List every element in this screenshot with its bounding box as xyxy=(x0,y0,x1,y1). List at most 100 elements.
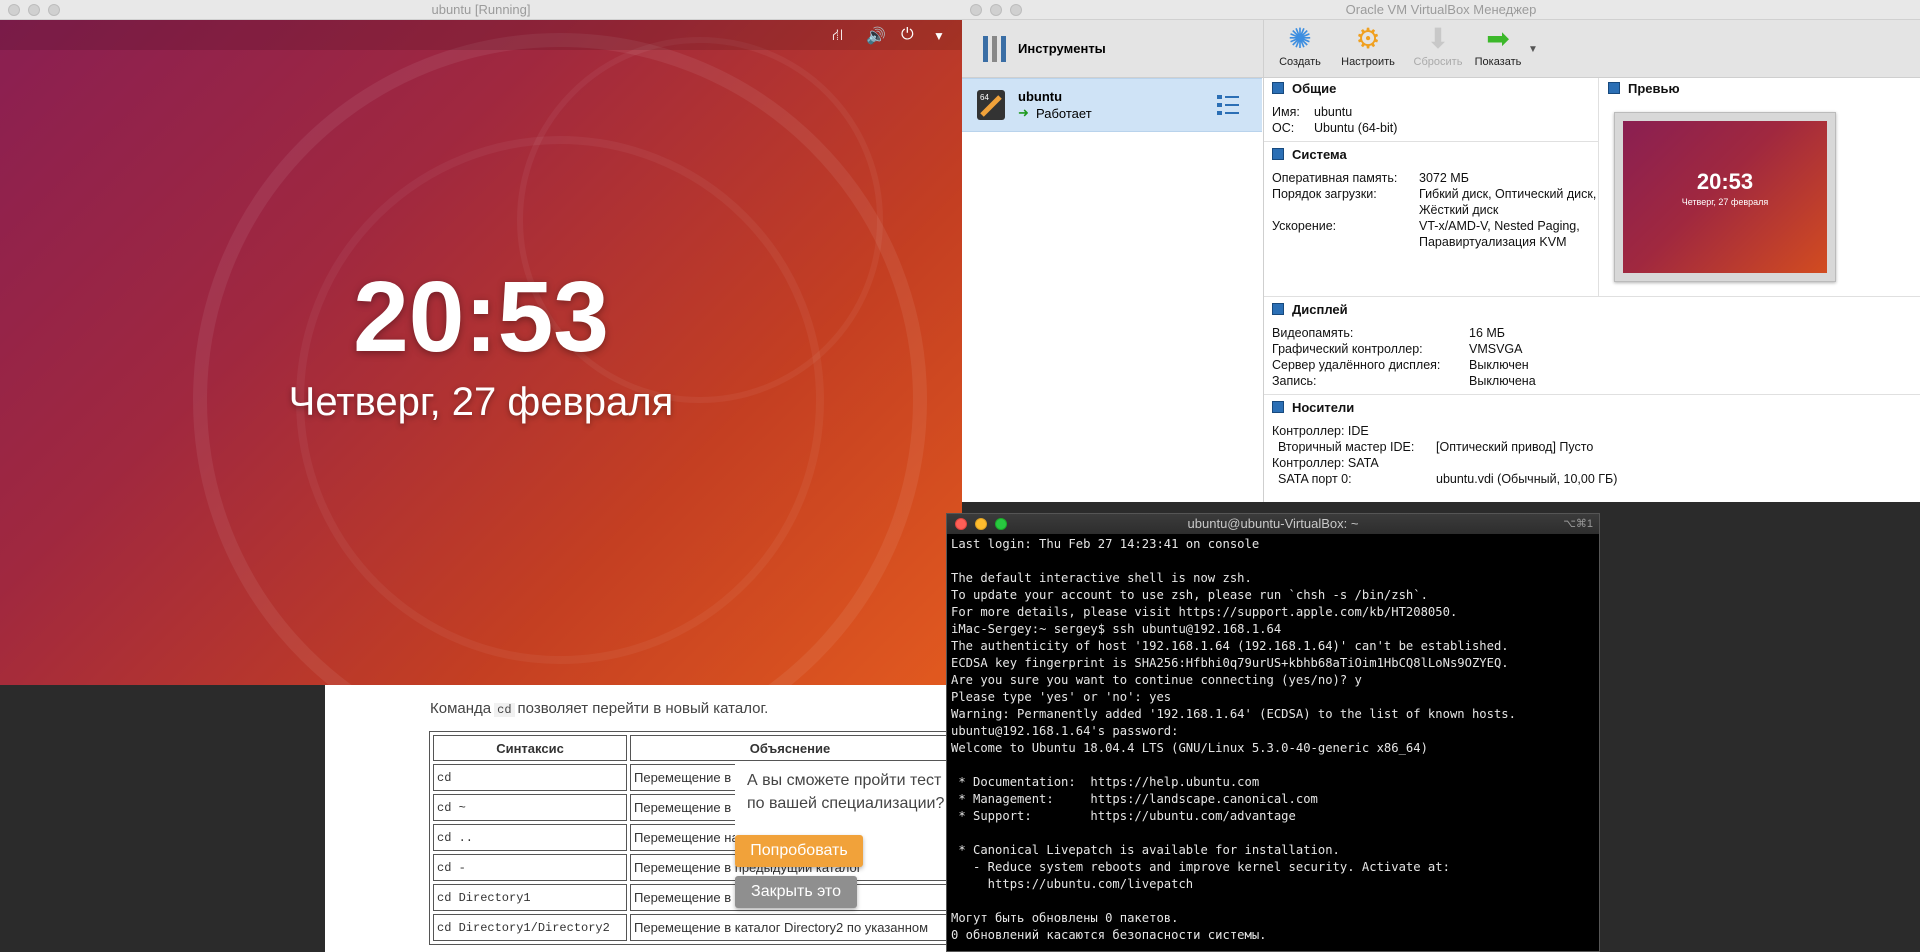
minimize-window-icon[interactable] xyxy=(990,4,1002,16)
vm-window-title: ubuntu [Running] xyxy=(431,2,531,17)
system-accel-value: VT-x/AMD-V, Nested Paging, xyxy=(1419,219,1580,233)
network-icon[interactable]: ⛙ xyxy=(832,26,843,46)
system-section-header[interactable]: Система xyxy=(1272,147,1347,162)
terminal-line: - Reduce system reboots and improve kern… xyxy=(951,860,1450,874)
terminal-line: The default interactive shell is now zsh… xyxy=(951,571,1252,585)
minimize-window-icon[interactable] xyxy=(28,4,40,16)
terminal-window[interactable]: ubuntu@ubuntu-VirtualBox: ~ ⌥⌘1 Last log… xyxy=(946,513,1600,952)
show-button[interactable]: ➡ Показать xyxy=(1466,20,1530,78)
storage-sata-port-value: ubuntu.vdi (Обычный, 10,00 ГБ) xyxy=(1436,472,1618,486)
zoom-window-icon[interactable] xyxy=(48,4,60,16)
terminal-line: Please type 'yes' or 'no': yes xyxy=(951,690,1172,704)
terminal-title: ubuntu@ubuntu-VirtualBox: ~ xyxy=(1187,516,1359,531)
ubuntu-lock-screen[interactable]: ⛙ 🔊 ⏻ ▼ 20:53 Четверг, 27 февраля xyxy=(0,20,962,685)
lock-screen-date: Четверг, 27 февраля xyxy=(288,380,674,424)
terminal-line: Warning: Permanently added '192.168.1.64… xyxy=(951,707,1516,721)
cd-intro-text: Команда cd позволяет перейти в новый катал… xyxy=(430,700,768,717)
settings-label: Настроить xyxy=(1341,56,1395,68)
vbox-title: Oracle VM VirtualBox Менеджер xyxy=(1345,2,1537,17)
preview-section-header[interactable]: Превью xyxy=(1608,81,1680,96)
close-window-icon[interactable] xyxy=(970,4,982,16)
table-row: cd Directory1/Directory2 Перемещение в ка… xyxy=(433,914,950,941)
cd-intro-prefix: Команда xyxy=(430,700,492,717)
vm-window: ubuntu [Running] ⛙ 🔊 ⏻ ▼ 20:53 Четверг, … xyxy=(0,0,962,685)
preview-frame: 20:53 Четверг, 27 февраля xyxy=(1614,112,1836,282)
running-arrow-icon: ➜ xyxy=(1018,105,1029,120)
tools-item[interactable]: Инструменты xyxy=(962,20,1263,78)
divider xyxy=(1264,296,1920,297)
table-header-syntax: Синтаксис xyxy=(433,735,627,761)
show-label: Показать xyxy=(1474,56,1522,68)
terminal-line: Welcome to Ubuntu 18.04.4 LTS (GNU/Linux… xyxy=(951,741,1428,755)
terminal-line: Могут быть обновлены 0 пакетов. xyxy=(951,911,1179,925)
display-section-header[interactable]: Дисплей xyxy=(1272,302,1348,317)
close-window-icon[interactable] xyxy=(955,518,967,530)
general-section-header[interactable]: Общие xyxy=(1272,81,1336,96)
create-button[interactable]: ✺ Создать xyxy=(1268,20,1332,78)
terminal-line: iMac-Sergey:~ sergey$ ssh ubuntu@192.168… xyxy=(951,622,1282,636)
discard-label: Сбросить xyxy=(1413,56,1463,68)
preview-date: Четверг, 27 февраля xyxy=(1681,197,1769,207)
display-rdp-label: Сервер удалённого дисплея: xyxy=(1272,358,1441,372)
system-boot-value: Гибкий диск, Оптический диск, xyxy=(1419,187,1597,201)
close-popup-button[interactable]: Закрыть это xyxy=(735,876,857,908)
preview-clock: 20:53 xyxy=(1696,169,1754,194)
table-cell-cmd: cd ~ xyxy=(433,794,627,821)
general-header-label: Общие xyxy=(1292,81,1337,96)
minimize-window-icon[interactable] xyxy=(975,518,987,530)
volume-icon[interactable]: 🔊 xyxy=(866,26,886,46)
system-accel-value-cont: Паравиртуализация KVM xyxy=(1419,235,1567,249)
show-dropdown-icon[interactable]: ▼ xyxy=(1528,44,1538,55)
divider xyxy=(1264,394,1920,395)
general-os-value: Ubuntu (64-bit) xyxy=(1314,121,1398,135)
vm-state: Работает xyxy=(1036,106,1092,121)
system-boot-value-cont: Жёсткий диск xyxy=(1419,203,1499,217)
system-section-icon xyxy=(1272,148,1284,160)
background-web-page: Команда cd позволяет перейти в новый катал… xyxy=(325,683,997,952)
cd-inline-code: cd xyxy=(494,703,515,717)
table-header-explanation: Объяснение xyxy=(630,735,950,761)
zoom-window-icon[interactable] xyxy=(1010,4,1022,16)
storage-section-header[interactable]: Носители xyxy=(1272,400,1354,415)
system-ram-label: Оперативная память: xyxy=(1272,171,1398,185)
show-arrow-icon: ➡ xyxy=(1486,23,1510,54)
storage-sata-label: Контроллер: SATA xyxy=(1272,456,1379,470)
power-icon[interactable]: ⏻ xyxy=(901,26,914,44)
terminal-output[interactable]: Last login: Thu Feb 27 14:23:41 on conso… xyxy=(947,534,1599,946)
system-header-label: Система xyxy=(1292,147,1347,162)
preview-section-icon xyxy=(1608,82,1620,94)
zoom-window-icon[interactable] xyxy=(995,518,1007,530)
display-gc-value: VMSVGA xyxy=(1469,342,1523,356)
chevron-down-icon[interactable]: ▼ xyxy=(933,29,945,43)
display-gc-label: Графический контроллер: xyxy=(1272,342,1423,356)
close-window-icon[interactable] xyxy=(8,4,20,16)
lock-screen-clock: 20:53 xyxy=(353,261,609,373)
terminal-shortcut: ⌥⌘1 xyxy=(1563,518,1593,530)
discard-button[interactable]: ⬇ Сбросить xyxy=(1406,20,1470,78)
machine-menu-icon[interactable] xyxy=(1216,93,1240,117)
vm-list-item-ubuntu[interactable]: 64 ubuntu ➜ Работает xyxy=(962,78,1262,132)
display-vram-value: 16 МБ xyxy=(1469,326,1505,340)
try-quiz-button[interactable]: Попробовать xyxy=(735,835,863,867)
system-boot-label: Порядок загрузки: xyxy=(1272,187,1377,201)
terminal-line: https://ubuntu.com/livepatch xyxy=(951,877,1194,891)
gear-icon: ⚙ xyxy=(1355,23,1381,54)
settings-button[interactable]: ⚙ Настроить xyxy=(1336,20,1400,78)
terminal-line: * Support: https://ubuntu.com/advantage xyxy=(951,809,1296,823)
terminal-line: To update your account to use zsh, pleas… xyxy=(951,588,1428,602)
preview-screen: 20:53 Четверг, 27 февраля xyxy=(1623,121,1827,273)
table-cell-cmd: cd .. xyxy=(433,824,627,851)
terminal-line: For more details, please visit https://s… xyxy=(951,605,1458,619)
discard-arrow-icon: ⬇ xyxy=(1426,23,1450,54)
svg-text:64: 64 xyxy=(980,93,989,102)
storage-section-icon xyxy=(1272,401,1284,413)
ubuntu-top-bar: ⛙ 🔊 ⏻ ▼ xyxy=(0,20,962,50)
storage-ide-slave-value: [Оптический привод] Пусто xyxy=(1436,440,1594,454)
terminal-line: * Documentation: https://help.ubuntu.com xyxy=(951,775,1260,789)
quiz-popup-text: А вы сможете пройти тест по вашей специа… xyxy=(747,772,945,812)
terminal-line: ECDSA key fingerprint is SHA256:Hfbhi0q7… xyxy=(951,656,1509,670)
